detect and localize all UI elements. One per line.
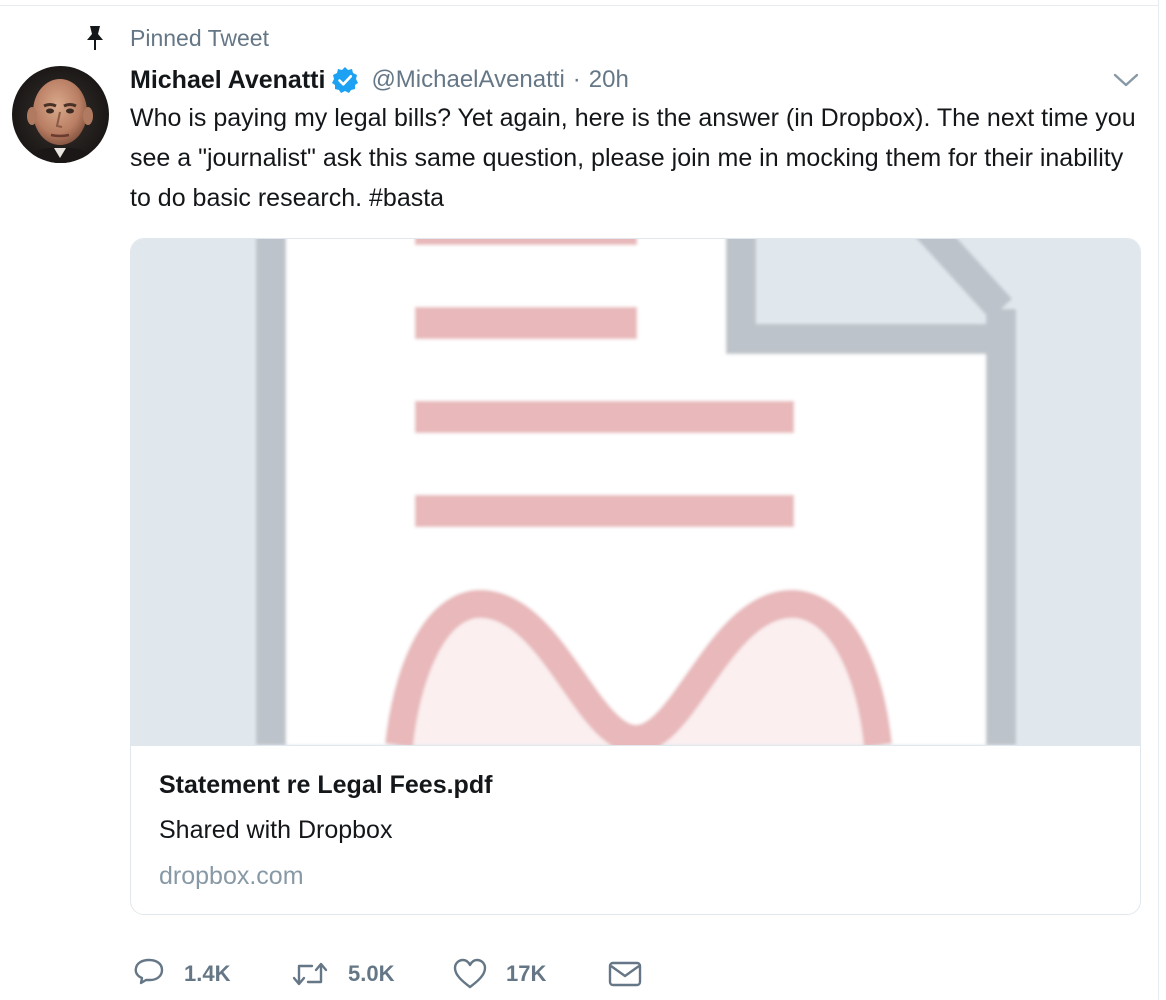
avatar-image bbox=[12, 66, 109, 163]
avatar[interactable] bbox=[12, 66, 109, 163]
card-image-document-preview bbox=[131, 239, 1140, 745]
card-title[interactable]: Statement re Legal Fees.pdf bbox=[159, 771, 492, 800]
author-name[interactable]: Michael Avenatti bbox=[130, 66, 325, 95]
top-divider bbox=[0, 0, 1159, 6]
pinned-tweet-label: Pinned Tweet bbox=[130, 24, 269, 51]
card-domain: dropbox.com bbox=[159, 862, 304, 890]
reply-count: 1.4K bbox=[184, 961, 231, 986]
author-handle[interactable]: @MichaelAvenatti bbox=[371, 66, 564, 94]
link-preview-card[interactable]: Statement re Legal Fees.pdf Shared with … bbox=[130, 238, 1141, 915]
tweet-header: Michael Avenatti @MichaelAvenatti · 20h bbox=[130, 60, 629, 100]
tweet-timestamp[interactable]: 20h bbox=[589, 66, 629, 94]
pin-icon bbox=[84, 24, 106, 52]
heart-icon bbox=[452, 957, 488, 991]
retweet-button[interactable]: 5.0K bbox=[290, 957, 452, 991]
verified-badge-icon bbox=[331, 66, 359, 94]
header-separator: · bbox=[572, 66, 581, 93]
reply-icon bbox=[132, 957, 166, 991]
card-description: Shared with Dropbox bbox=[159, 816, 393, 844]
envelope-icon bbox=[607, 957, 643, 991]
retweet-icon bbox=[290, 957, 330, 991]
direct-message-button[interactable] bbox=[607, 957, 643, 991]
timeline-border bbox=[1158, 0, 1159, 1000]
like-button[interactable]: 17K bbox=[452, 957, 607, 991]
retweet-count: 5.0K bbox=[348, 961, 395, 986]
tweet-text: Who is paying my legal bills? Yet again,… bbox=[130, 104, 1136, 212]
reply-button[interactable]: 1.4K bbox=[132, 957, 290, 991]
like-count: 17K bbox=[506, 961, 547, 986]
more-options-chevron-down-icon[interactable] bbox=[1110, 66, 1142, 94]
card-separator bbox=[131, 745, 1140, 746]
pinned-tweet-indicator: Pinned Tweet bbox=[84, 22, 269, 54]
tweet-actions: 1.4K 5.0K 17K bbox=[132, 955, 643, 993]
